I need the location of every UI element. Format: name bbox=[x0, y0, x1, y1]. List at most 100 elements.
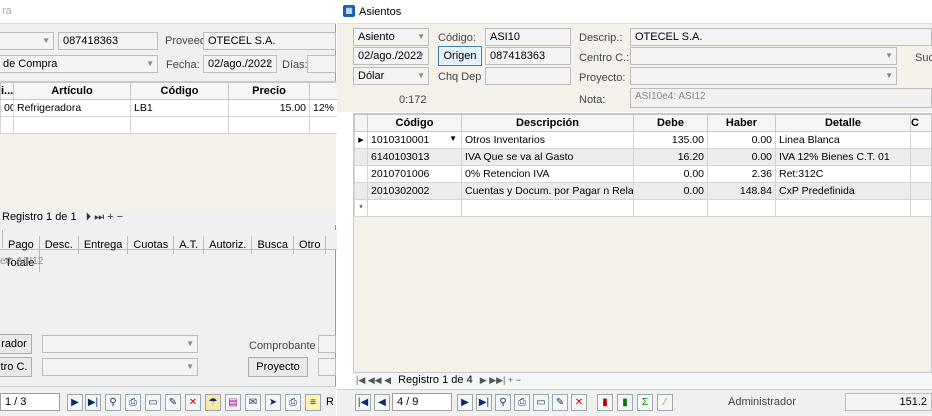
binoculars-icon[interactable]: ⚲ bbox=[105, 394, 121, 411]
cell[interactable]: 12% bbox=[309, 99, 341, 117]
sum-icon[interactable]: Σ bbox=[637, 394, 653, 411]
cell-detalle[interactable]: Linea Blanca bbox=[775, 131, 911, 149]
provider-ruc-field[interactable]: 087418363 bbox=[58, 32, 158, 50]
cell-codigo[interactable]: 2010302002 bbox=[367, 182, 462, 200]
fecha-field[interactable]: 02/ago./2022 ▼ bbox=[203, 55, 277, 73]
fecha-combo[interactable]: 02/ago./2022 ▼ bbox=[353, 47, 429, 65]
chevron-down-icon[interactable]: ▼ bbox=[449, 134, 457, 143]
col-header-c[interactable]: C bbox=[910, 114, 931, 132]
tab-cuotas[interactable]: Cuotas bbox=[128, 236, 175, 254]
table-row[interactable]: ▶ 1010310001 ▼ Otros Inventarios 135.00 0… bbox=[354, 131, 931, 149]
tab-autoriz[interactable]: Autoriz. bbox=[204, 236, 253, 254]
nota-field[interactable]: ASI10e4: ASI12 bbox=[630, 88, 932, 108]
cell-debe[interactable]: 0.00 bbox=[633, 165, 708, 183]
dias-field[interactable] bbox=[307, 55, 336, 73]
col-header-descripcion[interactable]: Descripción bbox=[461, 114, 634, 132]
col-header-haber[interactable]: Haber bbox=[707, 114, 776, 132]
first-button[interactable]: |◀ bbox=[355, 394, 371, 411]
new-row[interactable]: * bbox=[354, 199, 931, 217]
chq-field[interactable] bbox=[485, 67, 571, 85]
rador-combo[interactable]: ▼ bbox=[42, 335, 198, 353]
notes-icon[interactable]: ≡ bbox=[305, 394, 321, 411]
binoculars-icon[interactable]: ⚲ bbox=[495, 394, 511, 411]
tab-busca[interactable]: Busca bbox=[252, 236, 295, 254]
centro-button[interactable]: tro C. bbox=[0, 357, 32, 377]
comprobante-field[interactable] bbox=[318, 335, 336, 353]
right-nav-prev[interactable]: |◀ ◀◀ ◀ bbox=[356, 375, 391, 385]
last-button[interactable]: ▶| bbox=[85, 394, 101, 411]
cell[interactable]: 15.00 bbox=[228, 99, 310, 117]
cell[interactable]: LB1 bbox=[130, 99, 229, 117]
cell-descripcion[interactable]: 0% Retencion IVA bbox=[461, 165, 634, 183]
origen-field[interactable]: 087418363 bbox=[485, 47, 571, 65]
cell-debe[interactable]: 135.00 bbox=[633, 131, 708, 149]
tab-entrega[interactable]: Entrega bbox=[79, 236, 129, 254]
next-button[interactable]: ▶ bbox=[67, 394, 83, 411]
cell-descripcion[interactable]: IVA Que se va al Gasto bbox=[461, 148, 634, 166]
table-row-empty[interactable] bbox=[0, 116, 341, 134]
cell-debe[interactable]: 16.20 bbox=[633, 148, 708, 166]
new-doc-icon[interactable]: ▭ bbox=[533, 394, 549, 411]
cell-descripcion[interactable]: Cuentas y Docum. por Pagar n Relacion... bbox=[461, 182, 634, 200]
print-icon[interactable]: ⎙ bbox=[125, 394, 141, 411]
origen-button[interactable]: Origen bbox=[438, 46, 482, 66]
right-nav-next[interactable]: ▶ ▶▶| + − bbox=[480, 375, 521, 385]
delete-icon[interactable]: ✕ bbox=[185, 394, 201, 411]
cell-detalle[interactable]: CxP Predefinida bbox=[775, 182, 911, 200]
tab-otro[interactable]: Otro bbox=[294, 236, 327, 254]
printer-icon[interactable]: ⎙ bbox=[285, 394, 301, 411]
cell-detalle[interactable]: IVA 12% Bienes C.T. 01 bbox=[775, 148, 911, 166]
umbrella-icon[interactable]: ☂ bbox=[205, 394, 221, 411]
edit-icon[interactable]: ✎ bbox=[165, 394, 181, 411]
proyecto-field[interactable] bbox=[318, 358, 336, 376]
rador-button[interactable]: rador bbox=[0, 334, 32, 354]
proyecto-combo[interactable]: ▼ bbox=[630, 67, 897, 85]
currency-combo[interactable]: Dólar ▼ bbox=[353, 67, 429, 85]
codigo-field[interactable]: ASI10 bbox=[485, 28, 571, 46]
proyecto-button[interactable]: Proyecto bbox=[248, 357, 308, 377]
cell[interactable]: 00 bbox=[0, 99, 14, 117]
proveedor-field[interactable]: OTECEL S.A. bbox=[203, 32, 336, 50]
descrip-field[interactable]: OTECEL S.A. bbox=[630, 28, 932, 46]
cell-haber[interactable]: 0.00 bbox=[707, 131, 776, 149]
delete-icon[interactable]: ✕ bbox=[571, 394, 587, 411]
left-combo-1[interactable]: ▼ bbox=[0, 32, 54, 50]
table-row[interactable]: 6140103013 IVA Que se va al Gasto 16.20 … bbox=[354, 148, 931, 166]
cell-haber[interactable]: 148.84 bbox=[707, 182, 776, 200]
chart-icon[interactable]: ▤ bbox=[225, 394, 241, 411]
col-header[interactable]: Artículo bbox=[13, 82, 131, 100]
table-row[interactable]: 2010701006 0% Retencion IVA 0.00 2.36 Re… bbox=[354, 165, 931, 183]
cell-descripcion[interactable]: Otros Inventarios bbox=[461, 131, 634, 149]
cell-detalle[interactable]: Ret:312C bbox=[775, 165, 911, 183]
print-icon[interactable]: ⎙ bbox=[514, 394, 530, 411]
cell-haber[interactable]: 2.36 bbox=[707, 165, 776, 183]
next-button[interactable]: ▶ bbox=[457, 394, 473, 411]
wand-icon[interactable]: ⁄ bbox=[657, 394, 673, 411]
cell-codigo[interactable]: 6140103013 bbox=[367, 148, 462, 166]
cell-haber[interactable]: 0.00 bbox=[707, 148, 776, 166]
new-doc-icon[interactable]: ▭ bbox=[145, 394, 161, 411]
table-row[interactable]: 2010302002 Cuentas y Docum. por Pagar n … bbox=[354, 182, 931, 200]
book-green-icon[interactable]: ▮ bbox=[617, 394, 633, 411]
col-header-detalle[interactable]: Detalle bbox=[775, 114, 911, 132]
book-red-icon[interactable]: ▮ bbox=[597, 394, 613, 411]
centro-combo[interactable]: ▼ bbox=[42, 358, 198, 376]
cell-codigo[interactable]: 1010310001 ▼ bbox=[367, 131, 462, 149]
left-nav-buttons[interactable]: ⏵ ⏭ + − bbox=[86, 211, 123, 223]
tab-desc[interactable]: Desc. bbox=[40, 236, 79, 254]
col-header-codigo[interactable]: Código bbox=[367, 114, 462, 132]
asiento-combo[interactable]: Asiento ▼ bbox=[353, 28, 429, 46]
attach-icon[interactable]: ✉ bbox=[245, 394, 261, 411]
table-row[interactable]: 00 Refrigeradora LB1 15.00 12% bbox=[0, 99, 341, 117]
tab-at[interactable]: A.T. bbox=[174, 236, 205, 254]
cell-codigo[interactable]: 2010701006 bbox=[367, 165, 462, 183]
last-button[interactable]: ▶| bbox=[476, 394, 492, 411]
edit-icon[interactable]: ✎ bbox=[552, 394, 568, 411]
prev-button[interactable]: ◀ bbox=[374, 394, 390, 411]
tab-pago[interactable]: Pago bbox=[3, 236, 40, 254]
doc-type-combo[interactable]: de Compra ▼ bbox=[0, 55, 158, 73]
centro-combo[interactable]: ▼ bbox=[630, 47, 897, 65]
left-page-counter[interactable]: 1 / 3 bbox=[0, 393, 60, 411]
col-header[interactable]: Código bbox=[130, 82, 229, 100]
col-header[interactable] bbox=[309, 82, 341, 100]
